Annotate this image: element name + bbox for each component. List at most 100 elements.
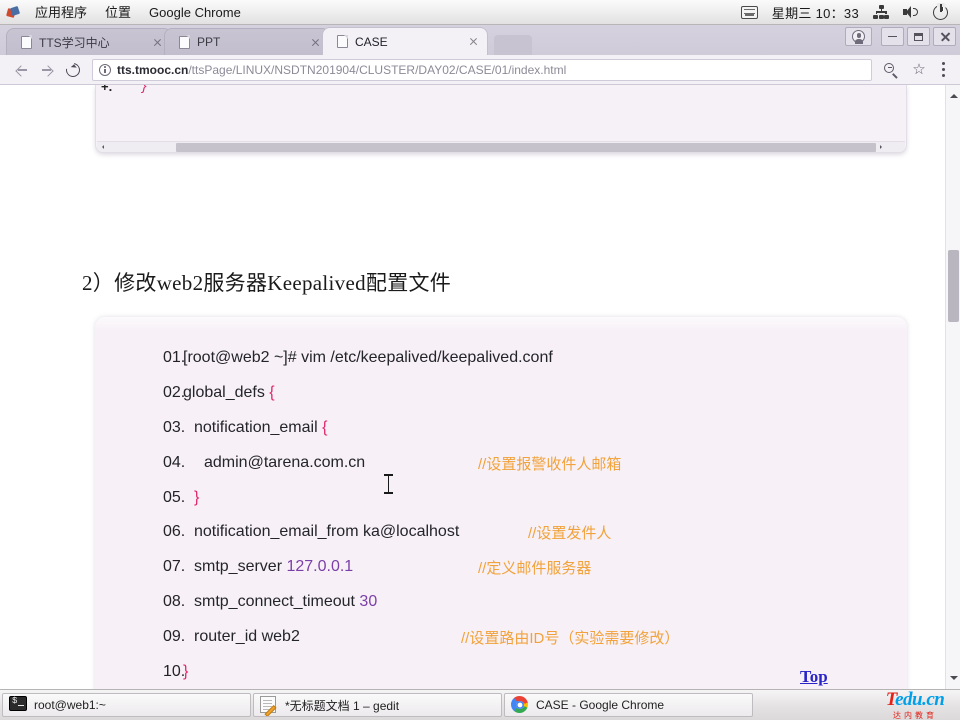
code-token: notification_email_from ka@localhost — [194, 523, 460, 541]
gnome-top-panel: 应用程序 位置 Google Chrome 星期三 10：33 — [0, 0, 960, 25]
code-token: global_defs — [183, 384, 270, 402]
site-info-icon[interactable] — [99, 63, 111, 76]
code-line-number: 05. — [163, 488, 186, 506]
code-token: router_id web2 — [194, 627, 300, 645]
close-window-button[interactable] — [933, 27, 956, 46]
code-line-number: 09. — [163, 627, 186, 645]
back-button[interactable] — [8, 57, 34, 83]
google-chrome-menu[interactable]: Google Chrome — [140, 0, 250, 25]
forward-button[interactable] — [34, 57, 60, 83]
new-tab-button[interactable] — [494, 35, 532, 55]
code-line-number: 06. — [163, 523, 186, 541]
top-anchor-link[interactable]: Top — [800, 667, 828, 687]
code-line-text: notification_email_from ka@localhost //设置… — [183, 523, 907, 542]
star-icon: ☆ — [912, 61, 926, 78]
code-line: 03. notification_email { — [95, 411, 907, 446]
code-token: smtp_server — [194, 558, 287, 576]
text-cursor — [384, 474, 393, 494]
tab-label: TTS学习中心 — [39, 35, 110, 50]
taskbar-item-chrome[interactable]: CASE - Google Chrome — [504, 693, 753, 717]
network-button[interactable] — [866, 5, 896, 19]
code-line: 04. admin@tarena.com.cn //设置报警收件人邮箱 — [95, 445, 907, 480]
avatar-icon — [852, 30, 865, 44]
taskbar-item-gedit[interactable]: *无标题文档 1 – gedit — [253, 693, 502, 717]
tab-label: CASE — [355, 34, 388, 49]
page-favicon-icon — [337, 34, 349, 48]
system-menu-group: 应用程序 位置 Google Chrome — [0, 0, 250, 24]
power-button[interactable] — [926, 2, 955, 20]
tab-tts-learning-center[interactable]: TTS学习中心 — [6, 28, 172, 55]
tab-ppt[interactable]: PPT — [164, 28, 330, 55]
reload-icon — [63, 59, 83, 80]
tab-strip: TTS学习中心 PPT CASE — [0, 25, 960, 55]
code-token: { — [322, 418, 328, 436]
search-zoom-icon — [884, 62, 898, 79]
code-line: 01. [root@web2 ~]# vim /etc/keepalived/ke… — [95, 341, 907, 376]
page-favicon-icon — [21, 35, 33, 49]
code-token: admin@tarena.com.cn — [204, 453, 366, 471]
clock-label: 星期三 10：33 — [771, 5, 859, 21]
code-line: 02. global_defs { — [95, 376, 907, 411]
vertical-scrollbar-thumb[interactable] — [948, 250, 959, 322]
code-line: 10.} — [95, 654, 907, 689]
close-icon[interactable] — [308, 35, 323, 50]
code-line-text: smtp_server 127.0.0.1 //定义邮件服务器 — [183, 558, 907, 577]
close-icon[interactable] — [150, 35, 165, 50]
chrome-icon — [511, 696, 529, 714]
taskbar: root@web1:~ *无标题文档 1 – gedit CASE - Goog… — [0, 689, 960, 720]
keyboard-icon — [740, 5, 758, 19]
applications-menu[interactable]: 应用程序 — [26, 0, 96, 25]
code-token: 127.0.0.1 — [286, 558, 354, 576]
reload-button[interactable] — [60, 57, 86, 83]
tedu-logo-part2: edu.cn — [895, 688, 945, 710]
code-line: 06. notification_email_from ka@localhost /… — [95, 515, 907, 550]
scroll-down-arrow-icon[interactable] — [946, 674, 960, 689]
network-icon — [873, 5, 889, 19]
places-menu[interactable]: 位置 — [96, 0, 140, 25]
code-line: 09. router_id web2 //设置路由ID号（实验需要修改） — [95, 619, 907, 654]
code-token: smtp_connect_timeout — [194, 592, 360, 610]
vertical-scrollbar[interactable] — [945, 85, 960, 689]
browser-toolbar: tts.tmooc.cn/ttsPage/LINUX/NSDTN201904/C… — [0, 55, 960, 85]
code-line-text: } — [183, 489, 907, 507]
code-line-number: 02. — [163, 384, 186, 402]
gedit-icon — [260, 696, 278, 716]
code-line-number: 03. — [163, 418, 186, 436]
code-comment: //设置路由ID号（实验需要修改） — [461, 629, 680, 647]
address-bar[interactable]: tts.tmooc.cn/ttsPage/LINUX/NSDTN201904/C… — [92, 58, 872, 81]
previous-code-panel: +. } — [95, 85, 907, 153]
previous-code-brace: } — [142, 85, 147, 93]
code-line-text: global_defs { — [183, 384, 907, 402]
code-token: notification_email — [194, 418, 323, 436]
maximize-button[interactable] — [907, 27, 930, 46]
horizontal-scrollbar-thumb[interactable] — [176, 142, 876, 152]
url-path: /ttsPage/LINUX/NSDTN201904/CLUSTER/DAY02… — [188, 62, 567, 77]
zoom-indicator-button[interactable] — [878, 57, 904, 83]
volume-button[interactable] — [896, 5, 926, 19]
taskbar-item-terminal[interactable]: root@web1:~ — [2, 693, 251, 717]
code-comment: //设置报警收件人邮箱 — [478, 455, 622, 473]
chrome-menu-button[interactable] — [934, 60, 952, 80]
clock[interactable]: 星期三 10：33 — [765, 3, 866, 22]
tab-case[interactable]: CASE — [322, 27, 488, 55]
profile-avatar-button[interactable] — [845, 27, 872, 46]
code-line: 08. smtp_connect_timeout 30 — [95, 585, 907, 620]
horizontal-scrollbar[interactable] — [97, 141, 905, 152]
code-line-number: 01. — [163, 349, 186, 367]
previous-code-line-number: +. — [101, 85, 113, 94]
bookmark-button[interactable]: ☆ — [906, 57, 932, 83]
chrome-window: TTS学习中心 PPT CASE tts.tmooc.cn /ttsPage/L… — [0, 25, 960, 689]
code-line-number: 07. — [163, 558, 186, 576]
scroll-up-arrow-icon[interactable] — [946, 85, 960, 100]
close-icon[interactable] — [466, 34, 481, 49]
scroll-right-arrow-icon[interactable] — [876, 142, 887, 153]
code-line-number: 04. — [163, 453, 186, 471]
scroll-left-arrow-icon[interactable] — [97, 142, 108, 153]
applications-logo-icon — [6, 5, 21, 20]
web-page: +. } 2）修改web2服务器Keepalived配置文件 01. [root@… — [0, 85, 945, 689]
code-line-text: } — [183, 663, 907, 681]
volume-icon — [903, 5, 919, 19]
keyboard-layout-button[interactable] — [734, 5, 765, 19]
minimize-button[interactable] — [881, 27, 904, 46]
code-token: { — [269, 384, 275, 402]
